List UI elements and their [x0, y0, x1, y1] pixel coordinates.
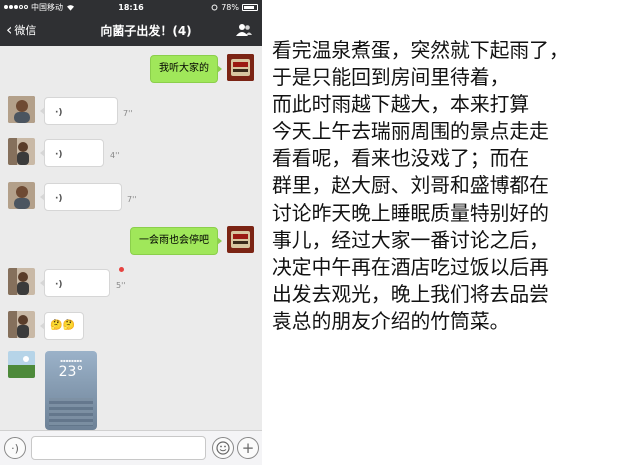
avatar-self[interactable] [227, 54, 254, 81]
emoji-button[interactable] [212, 437, 234, 459]
back-button[interactable]: ‹ 微信 [0, 22, 70, 38]
back-chevron-icon: ‹ [6, 20, 13, 39]
message-row: 一会雨也会停吧 [0, 224, 262, 258]
voice-message-bubble[interactable]: ·) [40, 269, 110, 297]
caption-line: 事儿，经过大家一番讨论之后， [272, 228, 549, 252]
outgoing-text-bubble[interactable]: 我听大家的 [150, 55, 222, 83]
voice-icon: ·) [55, 280, 63, 290]
avatar-member-1[interactable] [8, 96, 35, 123]
voice-message-bubble[interactable]: ·) [40, 97, 118, 125]
chat-title: 向菌子出发！(4) [100, 23, 192, 38]
caption-line: 而此时雨越下越大，本来打算 [272, 93, 530, 117]
caption-line: 看看呢，看来也没戏了；而在 [272, 147, 530, 171]
nav-bar: ‹ 微信 向菌子出发！(4) [0, 14, 262, 46]
voice-duration: 4'' [110, 151, 120, 160]
voice-message-bubble[interactable]: ·) [40, 139, 104, 167]
battery-icon [242, 3, 258, 11]
message-row: ·) 7'' [0, 96, 262, 128]
caption-line: 群里，赵大厨、刘哥和盛博都在 [272, 174, 549, 198]
caption-line: 看完温泉煮蛋，突然就下起雨了， [272, 39, 569, 62]
message-row: ·) 5'' [0, 267, 262, 300]
battery-percent: 78% [221, 2, 239, 12]
caption-text: 看完温泉煮蛋，突然就下起雨了， 于是只能回到房间里待着， 而此时雨越下越大，本来… [272, 37, 616, 335]
message-row: 我听大家的 [0, 52, 262, 86]
plus-icon: + [241, 438, 255, 457]
unread-dot-icon [119, 267, 124, 272]
caption-line: 出发去观光，晚上我们将去品尝 [272, 282, 549, 306]
emoji-message-bubble[interactable]: 🤔🤔 [40, 312, 84, 340]
voice-icon: ·) [55, 194, 63, 204]
avatar-member-3[interactable] [8, 351, 35, 378]
weather-temperature: 23° [58, 364, 84, 380]
chat-area[interactable]: 我听大家的 ·) 7'' ·) 4'' ·) 7'' 一会雨也会停吧 ·) 5'… [0, 46, 262, 430]
caption-line: 今天上午去瑞丽周围的景点走走 [272, 120, 549, 144]
group-info-button[interactable] [222, 23, 262, 37]
caption-line: 讨论昨天晚上睡眠质量特别好的 [272, 201, 549, 225]
caption-line: 袁总的朋友介绍的竹筒菜。 [272, 309, 510, 333]
more-button[interactable]: + [237, 437, 259, 459]
avatar-member-2[interactable] [8, 138, 35, 165]
avatar-member-2[interactable] [8, 268, 35, 295]
voice-mode-button[interactable]: ·) [4, 437, 26, 459]
group-info-icon [236, 24, 252, 36]
screenshot: 中国移动 18:16 78% ‹ 微信 向菌子出发！(4) 我听大家的 ·) 7… [0, 0, 620, 465]
message-row: ·) 4'' [0, 138, 262, 170]
voice-mode-icon: ·) [11, 441, 19, 455]
message-input[interactable] [31, 436, 206, 460]
status-bar: 中国移动 18:16 78% [0, 0, 262, 14]
voice-message-bubble[interactable]: ·) [40, 183, 122, 211]
message-row [0, 351, 262, 430]
avatar-member-2[interactable] [8, 311, 35, 338]
input-bar: ·) + [0, 430, 262, 465]
voice-icon: ·) [55, 150, 63, 160]
back-label: 微信 [14, 24, 37, 37]
alarm-icon [211, 4, 218, 10]
emoji-icon [216, 441, 230, 455]
phone-screen: 中国移动 18:16 78% ‹ 微信 向菌子出发！(4) 我听大家的 ·) 7… [0, 0, 262, 465]
caption-line: 于是只能回到房间里待着， [272, 66, 510, 90]
avatar-self[interactable] [227, 226, 254, 253]
voice-duration: 7'' [123, 109, 133, 118]
voice-duration: 7'' [127, 195, 137, 204]
message-row: 🤔🤔 [0, 311, 262, 343]
weather-forecast-grid [49, 398, 93, 426]
message-row: ·) 7'' [0, 182, 262, 214]
outgoing-text-bubble[interactable]: 一会雨也会停吧 [130, 227, 222, 255]
avatar-member-1[interactable] [8, 182, 35, 209]
caption-line: 决定中午再在酒店吃过饭以后再 [272, 255, 549, 279]
status-right: 78% [211, 3, 258, 12]
image-message-weather-screenshot[interactable]: ▪▪▪▪▪▪▪▪ 23° [45, 351, 97, 430]
weather-header: ▪▪▪▪▪▪▪▪ [60, 358, 82, 363]
voice-duration: 5'' [116, 281, 126, 290]
voice-icon: ·) [55, 108, 63, 118]
